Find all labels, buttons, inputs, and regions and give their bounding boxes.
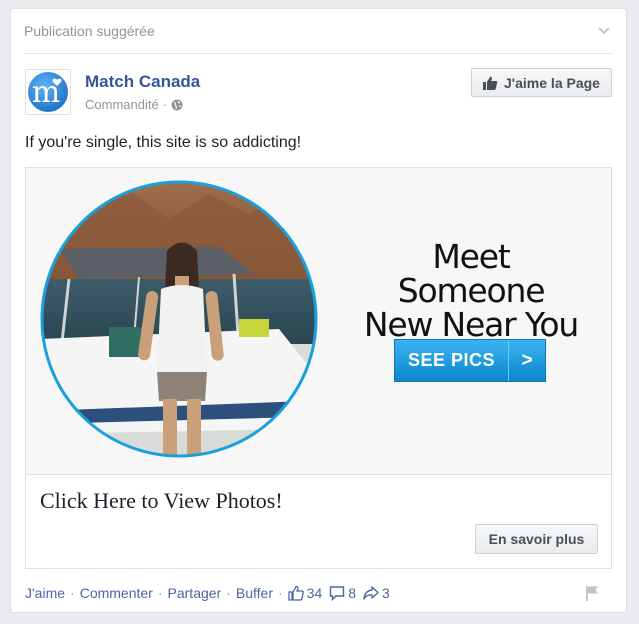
separator: · — [157, 585, 163, 601]
see-pics-label: SEE PICS — [407, 350, 496, 370]
post-message: If you're single, this site is so addict… — [25, 134, 302, 151]
like-link[interactable]: J'aime — [25, 585, 65, 601]
share-link[interactable]: Partager — [168, 585, 222, 601]
comment-icon — [330, 586, 345, 601]
buffer-link[interactable]: Buffer — [236, 585, 273, 601]
separator: · — [70, 585, 75, 601]
ad-image[interactable]: Meet Someone New Near You SEE PICS > — [26, 168, 611, 475]
separator: · — [278, 585, 283, 601]
learn-more-button[interactable]: En savoir plus — [475, 524, 598, 554]
ad-headline-line1: Meet Someone — [397, 237, 546, 310]
like-page-label: J'aime la Page — [504, 74, 600, 91]
ad-headline: Meet Someone New Near You — [356, 240, 586, 342]
see-pics-button[interactable]: SEE PICS > — [394, 339, 546, 382]
page-name-link[interactable]: Match Canada — [85, 72, 200, 92]
like-count[interactable]: 34 — [288, 585, 323, 601]
separator: · — [226, 585, 231, 601]
suggested-post-card: Publication suggérée m Match Canada Comm… — [10, 8, 627, 613]
globe-icon — [171, 99, 183, 110]
sponsored-line: Commandité · — [85, 97, 183, 112]
comment-link[interactable]: Commenter — [80, 585, 153, 601]
ad-attachment[interactable]: Meet Someone New Near You SEE PICS > Cli… — [25, 167, 612, 569]
ad-photo-woman-boat — [40, 180, 318, 458]
sponsored-label: Commandité — [85, 97, 159, 112]
comment-count-value: 8 — [348, 585, 357, 601]
share-count[interactable]: 3 — [363, 585, 390, 601]
like-page-button[interactable]: J'aime la Page — [471, 68, 612, 97]
like-count-value: 34 — [306, 585, 323, 601]
match-logo: m — [28, 72, 68, 112]
ad-caption-link[interactable]: Click Here to View Photos! — [40, 488, 283, 514]
ad-headline-line2: New Near You — [363, 305, 579, 344]
suggested-post-title: Publication suggérée — [24, 23, 155, 39]
share-count-value: 3 — [382, 585, 390, 601]
thumbs-up-icon — [483, 76, 498, 90]
post-action-bar: J'aime · Commenter · Partager · Buffer ·… — [25, 585, 397, 601]
comment-count[interactable]: 8 — [329, 585, 356, 601]
see-pics-arrow: > — [508, 340, 545, 381]
thumbs-up-icon — [288, 585, 304, 601]
page-avatar[interactable]: m — [25, 69, 71, 115]
dot-separator: · — [162, 97, 168, 112]
share-icon — [363, 586, 379, 600]
flag-icon[interactable] — [584, 585, 600, 601]
suggested-post-header: Publication suggérée — [24, 9, 613, 54]
chevron-down-icon[interactable] — [597, 23, 611, 37]
